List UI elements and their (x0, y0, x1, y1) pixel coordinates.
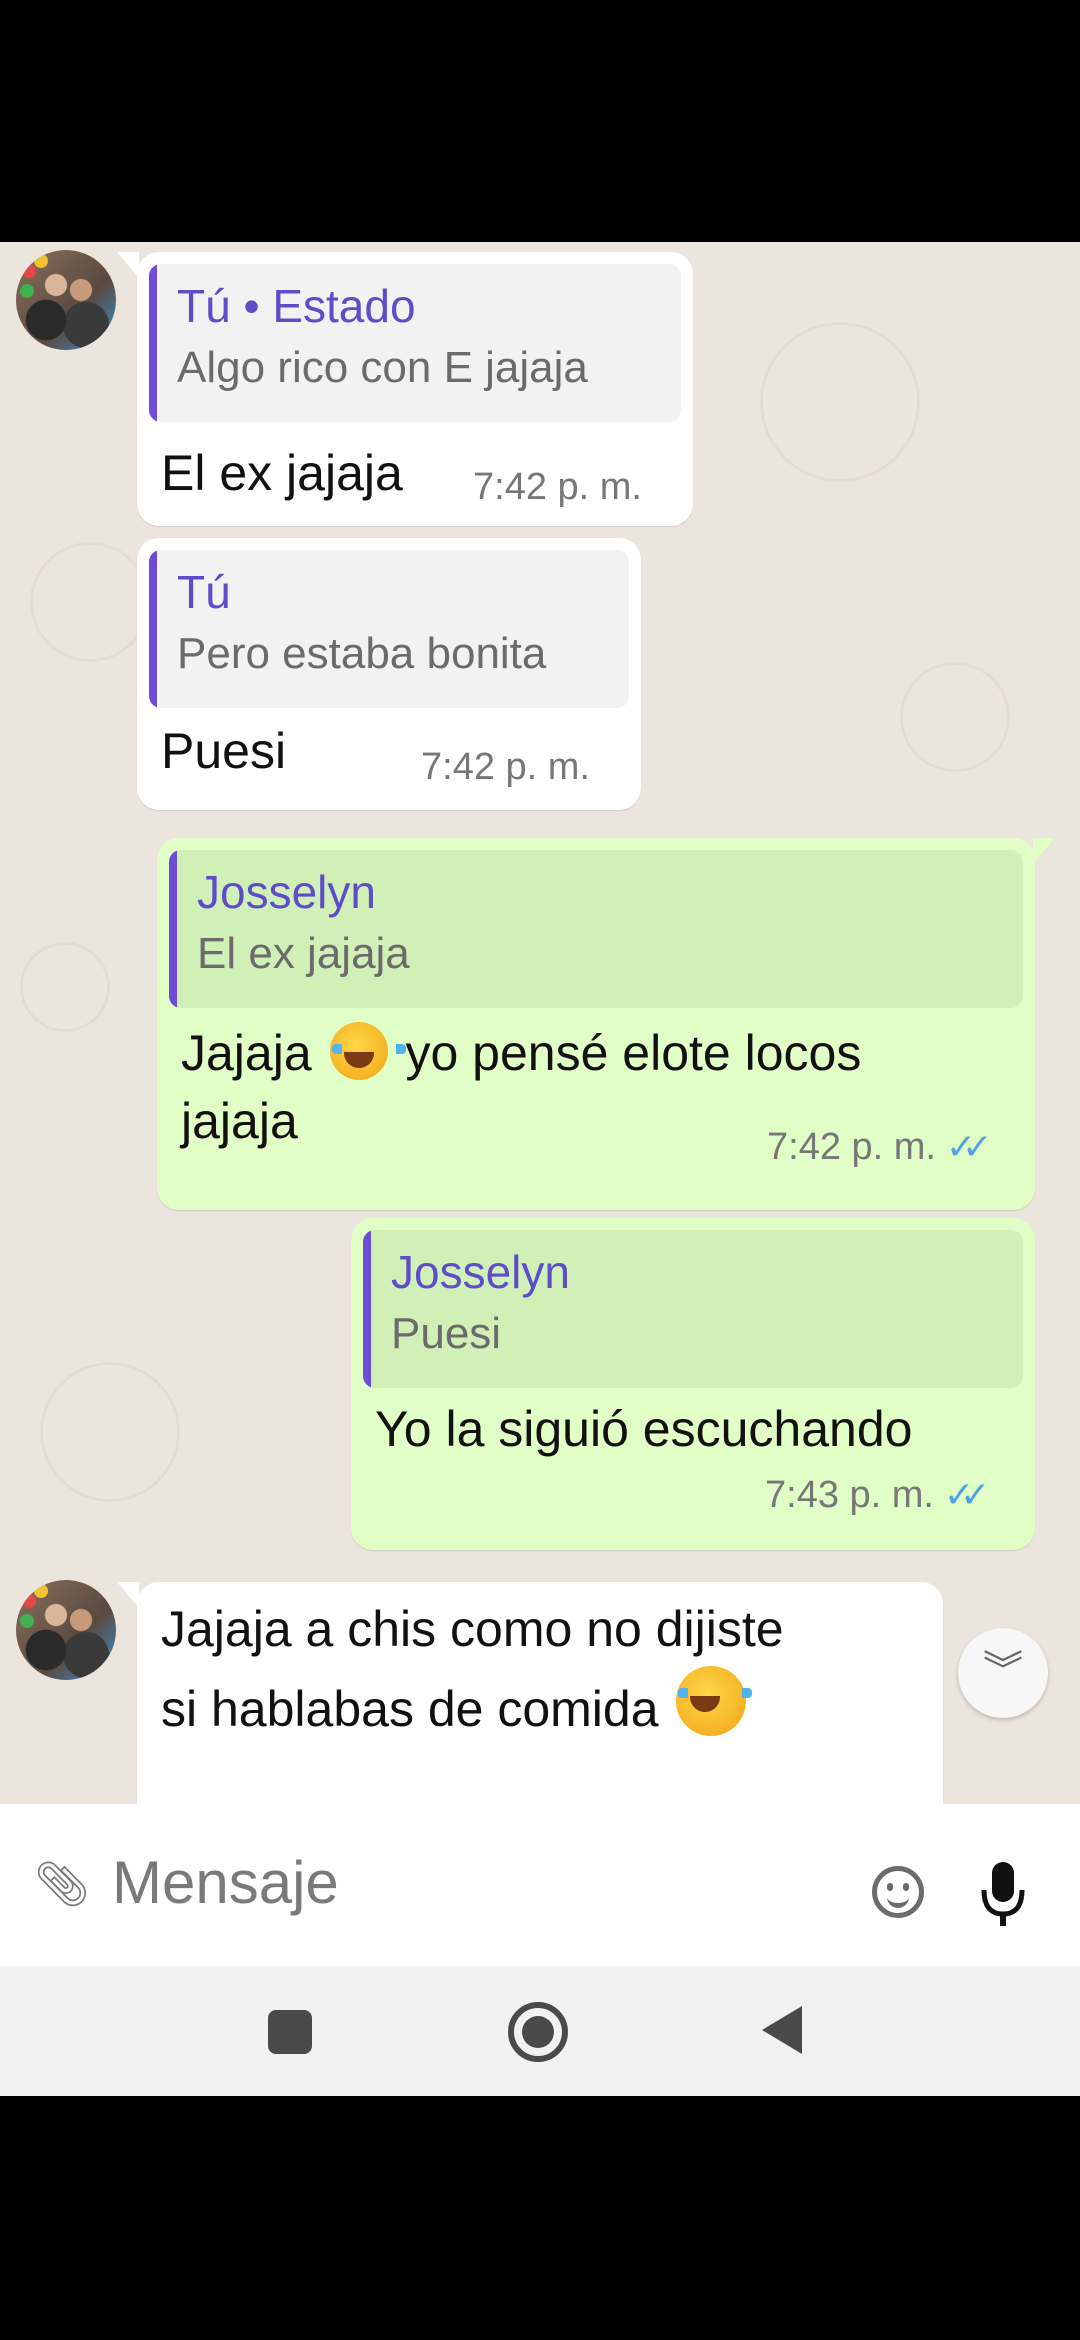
double-chevron-down-icon: ︾ (983, 1649, 1023, 1693)
microphone-icon[interactable] (980, 1860, 1026, 1930)
tears-of-joy-emoji-icon (329, 1022, 406, 1080)
message-text-part: si hablabas de comida (161, 1681, 659, 1737)
contact-avatar[interactable] (16, 1580, 116, 1680)
quote-accent-bar (149, 264, 157, 422)
quote-author: Josselyn (197, 866, 376, 918)
quote-text: El ex jajaja (197, 929, 410, 978)
read-check-icon: ✓✓ (945, 1126, 992, 1167)
quote-author: Tú (177, 566, 231, 618)
system-navigation-bar (0, 1966, 1080, 2096)
message-text: Jajaja yo pensé elote locos (181, 1020, 861, 1086)
quote-text: Puesi (391, 1309, 502, 1358)
message-time: 7:42 p. m. (473, 466, 642, 508)
scroll-to-bottom-button[interactable]: ︾ (958, 1628, 1048, 1718)
bottom-letterbox (0, 2096, 1080, 2340)
message-text-part: Jajaja (181, 1025, 312, 1081)
message-text: Yo la siguió escuchando (375, 1401, 913, 1457)
quote-accent-bar (363, 1230, 371, 1388)
quoted-message[interactable]: Tú • Estado Algo rico con E jajaja (149, 264, 681, 422)
message-bubble-incoming[interactable]: Tú Pero estaba bonita Puesi 7:42 p. m. (137, 538, 641, 810)
message-bubble-outgoing[interactable]: Josselyn Puesi Yo la siguió escuchando 7… (351, 1218, 1035, 1550)
recent-apps-button[interactable] (268, 2010, 312, 2054)
message-text-line1: Jajaja a chis como no dijiste (161, 1601, 784, 1657)
message-input[interactable]: Mensaje (112, 1848, 339, 1917)
message-input-bar: 📎︎ Mensaje (0, 1804, 1080, 1966)
read-check-icon: ✓✓ (943, 1474, 990, 1515)
quote-text: Pero estaba bonita (177, 629, 547, 678)
message-time-text: 7:42 p. m. (767, 1126, 936, 1168)
message-text-line2: si hablabas de comida (161, 1666, 753, 1742)
quote-text: Algo rico con E jajaja (177, 343, 588, 392)
quote-accent-bar (169, 850, 177, 1008)
message-text-line2: jajaja (181, 1093, 298, 1149)
quote-author: Josselyn (391, 1246, 570, 1298)
quoted-message[interactable]: Josselyn El ex jajaja (169, 850, 1023, 1008)
status-bar-area (0, 0, 1080, 242)
contact-avatar[interactable] (16, 250, 116, 350)
quote-accent-bar (149, 550, 157, 708)
message-bubble-incoming[interactable]: Jajaja a chis como no dijiste si hablaba… (117, 1582, 943, 1804)
message-text-part: yo pensé elote locos (405, 1025, 862, 1081)
paperclip-icon[interactable]: 📎︎ (34, 1858, 90, 1910)
message-text: El ex jajaja (161, 445, 403, 501)
message-time: 7:43 p. m. ✓✓ (765, 1474, 990, 1517)
quoted-message[interactable]: Tú Pero estaba bonita (149, 550, 629, 708)
rolling-laughing-emoji-icon (676, 1666, 753, 1736)
chat-scroll-area[interactable]: Tú • Estado Algo rico con E jajaja El ex… (0, 242, 1080, 1804)
quote-author: Tú • Estado (177, 280, 416, 332)
message-time: 7:42 p. m. ✓✓ (767, 1126, 992, 1169)
message-time-text: 7:43 p. m. (765, 1474, 934, 1516)
home-button[interactable] (508, 2002, 568, 2062)
message-bubble-incoming[interactable]: Tú • Estado Algo rico con E jajaja El ex… (117, 252, 693, 526)
message-time: 7:42 p. m. (421, 746, 590, 788)
message-text: Puesi (161, 723, 287, 779)
back-button[interactable] (762, 2006, 802, 2054)
message-bubble-outgoing[interactable]: Josselyn El ex jajaja Jajaja yo pensé el… (157, 838, 1055, 1210)
smiley-icon[interactable] (872, 1866, 924, 1918)
quoted-message[interactable]: Josselyn Puesi (363, 1230, 1023, 1388)
